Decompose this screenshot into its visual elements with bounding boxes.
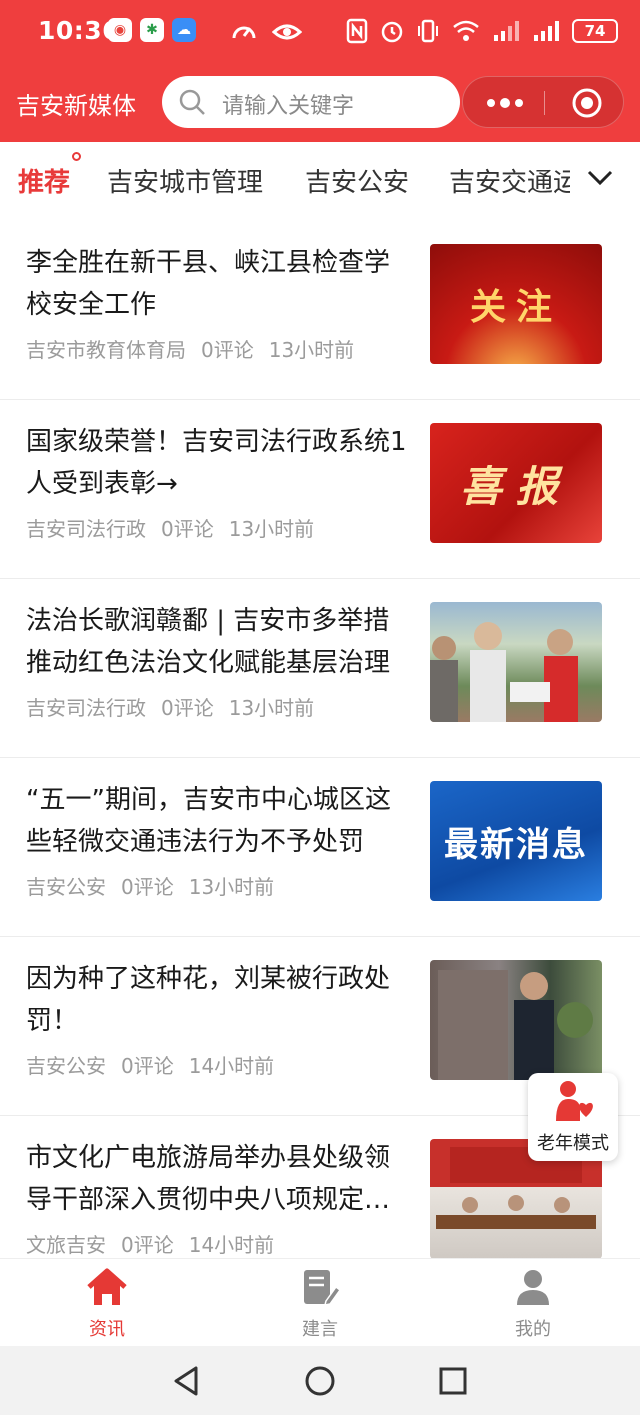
nav-news[interactable]: 资讯	[52, 1267, 162, 1341]
top-bar: 10:36 ◉ ✱ ☁ 74 吉安新媒体 请输入关键字	[0, 0, 640, 142]
eye-icon	[272, 24, 302, 40]
status-mid-icons	[230, 18, 302, 46]
weibo-icon: ◉	[108, 18, 132, 42]
app-header: 吉安新媒体 请输入关键字	[0, 64, 640, 142]
system-nav-bar	[0, 1346, 640, 1415]
news-source: 吉安司法行政	[26, 517, 146, 541]
channel-tabs: 推荐 吉安城市管理 吉安公安 吉安交通运	[0, 142, 640, 220]
news-thumbnail	[430, 602, 602, 722]
user-icon	[517, 1270, 549, 1305]
battery-indicator: 74	[572, 19, 618, 43]
wifi-icon	[453, 20, 479, 41]
news-meta: 吉安司法行政 0评论 13小时前	[26, 692, 314, 721]
news-thumbnail: 关注	[430, 244, 602, 364]
notification-icons: ◉ ✱ ☁	[108, 18, 196, 42]
news-time: 14小时前	[188, 1233, 275, 1257]
photo-crowd	[430, 622, 578, 722]
nav-suggest-label: 建言	[302, 1319, 338, 1340]
news-source: 吉安公安	[26, 875, 106, 899]
status-right-icons: 74	[346, 18, 618, 44]
elderly-mode-label: 老年模式	[537, 1133, 609, 1154]
speed-icon	[232, 26, 256, 39]
back-icon[interactable]	[170, 1364, 204, 1398]
news-thumbnail	[430, 960, 602, 1080]
mobile-app-icon: ✱	[140, 18, 164, 42]
news-title: 国家级荣誉！吉安司法行政系统1人受到表彰→	[26, 427, 407, 499]
nav-profile-label: 我的	[515, 1319, 551, 1340]
close-target-icon[interactable]	[571, 87, 603, 119]
news-item[interactable]: 国家级荣誉！吉安司法行政系统1人受到表彰→ 吉安司法行政 0评论 13小时前 喜…	[0, 399, 640, 579]
nav-profile[interactable]: 我的	[478, 1267, 588, 1341]
status-bar: 10:36 ◉ ✱ ☁ 74	[0, 0, 640, 64]
thumbnail-caption: 最新消息	[444, 824, 588, 865]
news-item[interactable]: “五一”期间，吉安市中心城区这些轻微交通违法行为不予处罚 吉安公安 0评论 13…	[0, 757, 640, 937]
news-title: 市文化广电旅游局举办县处级领导干部深入贯彻中央八项规定精神学习教育	[26, 1143, 391, 1215]
elderly-mode-button[interactable]: 老年模式	[528, 1073, 618, 1161]
news-time: 13小时前	[228, 696, 315, 720]
news-thumbnail: 最新消息	[430, 781, 602, 901]
cloud-icon: ☁	[172, 18, 196, 42]
thumbnail-caption: 喜报	[459, 461, 572, 511]
news-comments: 0评论	[201, 338, 254, 362]
news-time: 14小时前	[188, 1054, 275, 1078]
note-edit-icon	[304, 1270, 342, 1306]
more-icon[interactable]	[485, 91, 525, 115]
nav-news-label: 资讯	[89, 1319, 125, 1340]
capsule-divider	[544, 91, 545, 115]
signal-icon-1	[494, 21, 519, 41]
recents-icon[interactable]	[436, 1364, 470, 1398]
tab-transport[interactable]: 吉安交通运	[449, 162, 570, 199]
thumbnail-caption: 关注	[469, 287, 562, 328]
nav-suggest[interactable]: 建言	[265, 1267, 375, 1341]
home-icon[interactable]	[303, 1364, 337, 1398]
news-source: 文旅吉安	[26, 1233, 106, 1257]
news-comments: 0评论	[121, 1233, 174, 1257]
tabs-scroller: 推荐 吉安城市管理 吉安公安 吉安交通运	[0, 142, 570, 220]
news-meta: 文旅吉安 0评论 14小时前	[26, 1229, 274, 1258]
tab-new-dot	[72, 152, 81, 161]
elderly-heart-icon	[556, 1081, 593, 1121]
news-source: 吉安公安	[26, 1054, 106, 1078]
news-title: 李全胜在新干县、峡江县检查学校安全工作	[26, 248, 391, 320]
house-icon	[87, 1268, 127, 1305]
news-time: 13小时前	[228, 517, 315, 541]
chevron-down-icon[interactable]	[586, 168, 614, 188]
news-source: 吉安市教育体育局	[26, 338, 186, 362]
news-comments: 0评论	[161, 696, 214, 720]
news-title: “五一”期间，吉安市中心城区这些轻微交通违法行为不予处罚	[26, 785, 391, 857]
miniprogram-capsule	[462, 76, 624, 128]
news-item[interactable]: 法治长歌润赣鄱 | 吉安市多举措推动红色法治文化赋能基层治理 吉安司法行政 0评…	[0, 578, 640, 758]
news-time: 13小时前	[268, 338, 355, 362]
app-brand: 吉安新媒体	[16, 92, 136, 120]
photo-police	[438, 970, 593, 1080]
alarm-icon	[381, 21, 403, 43]
nfc-icon	[346, 18, 368, 44]
news-meta: 吉安公安 0评论 14小时前	[26, 1050, 274, 1079]
news-title: 法治长歌润赣鄱 | 吉安市多举措推动红色法治文化赋能基层治理	[26, 606, 391, 678]
tab-police[interactable]: 吉安公安	[305, 162, 409, 199]
news-comments: 0评论	[121, 1054, 174, 1078]
news-thumbnail: 喜报	[430, 423, 602, 543]
search-input[interactable]: 请输入关键字	[162, 76, 460, 128]
bottom-nav: 资讯 建言 我的	[0, 1258, 640, 1346]
news-meta: 吉安公安 0评论 13小时前	[26, 871, 274, 900]
news-time: 13小时前	[188, 875, 275, 899]
news-title: 因为种了这种花，刘某被行政处罚！	[26, 964, 391, 1036]
tab-recommend[interactable]: 推荐	[18, 162, 70, 199]
vibrate-icon	[418, 19, 438, 43]
search-placeholder: 请输入关键字	[222, 94, 355, 119]
news-meta: 吉安司法行政 0评论 13小时前	[26, 513, 314, 542]
news-comments: 0评论	[161, 517, 214, 541]
search-icon	[179, 89, 205, 115]
signal-icon-2	[534, 21, 559, 41]
news-item[interactable]: 李全胜在新干县、峡江县检查学校安全工作 吉安市教育体育局 0评论 13小时前 关…	[0, 220, 640, 400]
news-meta: 吉安市教育体育局 0评论 13小时前	[26, 334, 354, 363]
news-source: 吉安司法行政	[26, 696, 146, 720]
tab-city-management[interactable]: 吉安城市管理	[107, 162, 263, 199]
news-comments: 0评论	[121, 875, 174, 899]
